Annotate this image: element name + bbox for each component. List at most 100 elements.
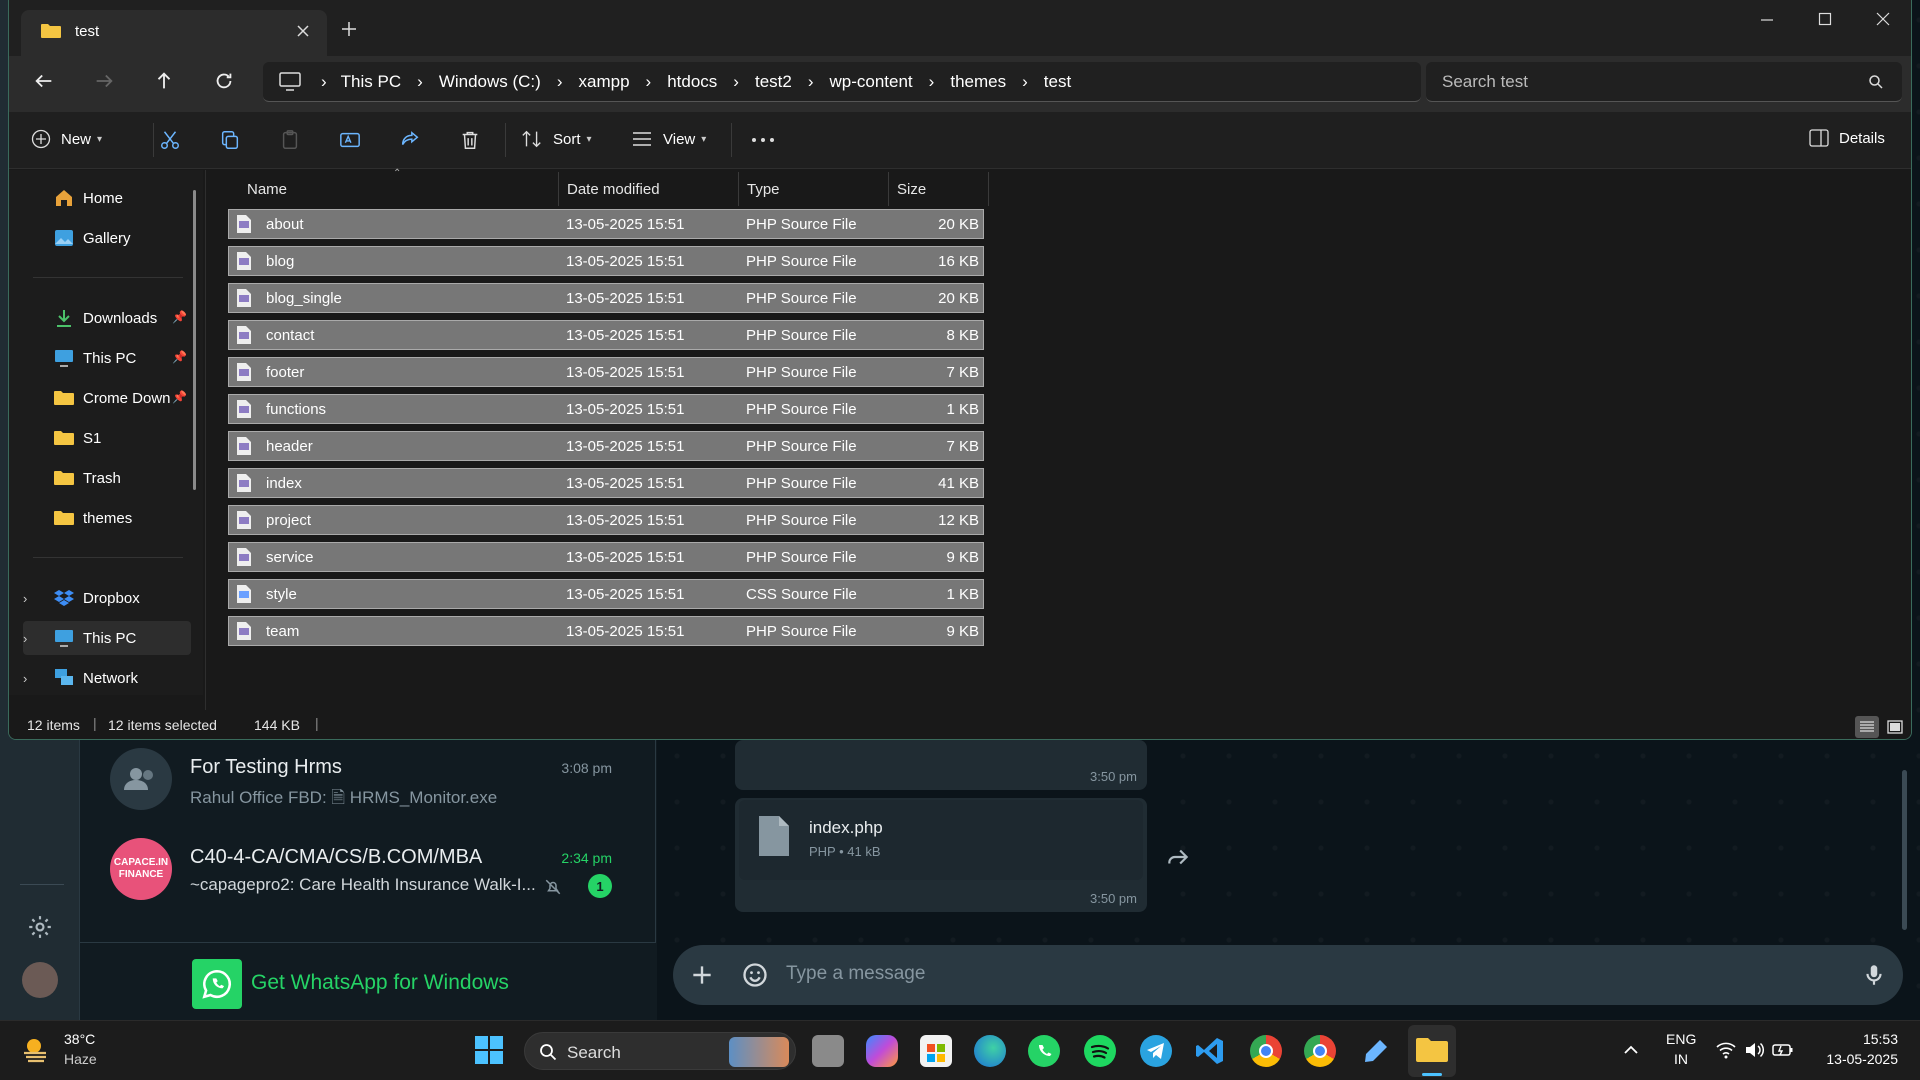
- file-row[interactable]: blog 13-05-2025 15:51 PHP Source File 16 KB: [228, 246, 984, 276]
- attach-plus-icon[interactable]: [689, 962, 715, 988]
- more-options-icon[interactable]: [751, 137, 775, 143]
- clock-time[interactable]: 15:53: [1828, 1031, 1898, 1047]
- breadcrumb-item[interactable]: Windows (C:): [439, 72, 541, 92]
- microsoft-store-icon[interactable]: [920, 1035, 952, 1067]
- back-arrow-icon[interactable]: [33, 70, 55, 92]
- column-header-size[interactable]: Size: [889, 172, 989, 206]
- windows-start-icon[interactable]: [474, 1035, 504, 1065]
- delete-icon[interactable]: [459, 129, 481, 151]
- emoji-icon[interactable]: [741, 961, 769, 989]
- details-button[interactable]: Details: [1809, 129, 1885, 147]
- nav-item-s1[interactable]: S1: [33, 421, 191, 455]
- file-row[interactable]: index 13-05-2025 15:51 PHP Source File 41 K…: [228, 468, 984, 498]
- spotify-icon[interactable]: [1084, 1035, 1116, 1067]
- file-row[interactable]: contact 13-05-2025 15:51 PHP Source File 8 …: [228, 320, 984, 350]
- nav-item-downloads[interactable]: Downloads 📌: [33, 301, 191, 335]
- nav-item-dropbox[interactable]: › Dropbox: [23, 581, 191, 615]
- new-button[interactable]: New ▾: [31, 129, 102, 149]
- pane-splitter[interactable]: [205, 170, 206, 710]
- forward-arrow-icon[interactable]: [93, 70, 115, 92]
- battery-icon[interactable]: [1772, 1041, 1794, 1059]
- new-tab-icon[interactable]: [341, 21, 357, 37]
- copy-icon[interactable]: [219, 129, 241, 151]
- copilot-icon[interactable]: [866, 1035, 898, 1067]
- settings-icon[interactable]: [27, 914, 53, 940]
- file-row[interactable]: header 13-05-2025 15:51 PHP Source File 7 K…: [228, 431, 984, 461]
- breadcrumb-item[interactable]: test2: [755, 72, 792, 92]
- wifi-icon[interactable]: [1716, 1041, 1736, 1059]
- maximize-icon[interactable]: [1817, 11, 1833, 27]
- task-view-icon[interactable]: [812, 1035, 844, 1067]
- chat-scrollbar[interactable]: [1902, 770, 1907, 930]
- sort-button[interactable]: Sort ▾: [521, 129, 592, 149]
- details-view-icon[interactable]: [1855, 716, 1879, 738]
- chrome-profile-icon[interactable]: [1304, 1035, 1336, 1067]
- up-arrow-icon[interactable]: [153, 70, 175, 92]
- tab-test[interactable]: test: [21, 10, 327, 56]
- whatsapp-icon[interactable]: [1028, 1035, 1060, 1067]
- nav-item-home[interactable]: Home: [33, 181, 191, 215]
- nav-item-gallery[interactable]: Gallery: [33, 221, 191, 255]
- breadcrumb-item[interactable]: This PC: [341, 72, 401, 92]
- chat-item[interactable]: CAPACE.IN FINANCE C40-4-CA/CMA/CS/B.COM/…: [100, 838, 620, 928]
- edge-browser-icon[interactable]: [974, 1035, 1006, 1067]
- minimize-icon[interactable]: [1759, 12, 1775, 28]
- close-tab-icon[interactable]: [295, 23, 311, 39]
- file-row[interactable]: functions 13-05-2025 15:51 PHP Source File…: [228, 394, 984, 424]
- chevron-right-icon[interactable]: ›: [23, 671, 39, 686]
- paste-icon[interactable]: [279, 129, 301, 151]
- chevron-right-icon[interactable]: ›: [23, 591, 39, 606]
- weather-haze-icon[interactable]: [20, 1033, 52, 1065]
- pen-app-icon[interactable]: [1360, 1035, 1392, 1067]
- file-message[interactable]: index.php PHP • 41 kB 3:50 pm: [735, 798, 1147, 912]
- tiles-view-icon[interactable]: [1883, 716, 1907, 738]
- file-row[interactable]: about 13-05-2025 15:51 PHP Source File 20 K…: [228, 209, 984, 239]
- nav-item-trash[interactable]: Trash: [33, 461, 191, 495]
- column-header-type[interactable]: Type: [739, 172, 889, 206]
- nav-item-crome-down[interactable]: Crome Down 📌: [33, 381, 191, 415]
- file-row[interactable]: footer 13-05-2025 15:51 PHP Source File 7 K…: [228, 357, 984, 387]
- profile-avatar[interactable]: [22, 962, 58, 998]
- get-app-banner[interactable]: Get WhatsApp for Windows: [80, 942, 656, 1020]
- close-window-icon[interactable]: [1875, 11, 1891, 27]
- volume-icon[interactable]: [1744, 1041, 1764, 1059]
- file-explorer-taskbar-button[interactable]: [1408, 1025, 1456, 1077]
- chevron-right-icon[interactable]: ›: [23, 631, 39, 646]
- file-attachment[interactable]: index.php PHP • 41 kB: [739, 800, 1143, 880]
- cut-icon[interactable]: [159, 129, 181, 151]
- chat-item[interactable]: For Testing Hrms Rahul Office FBD: 🗎 HRM…: [100, 748, 620, 838]
- navigation-scrollbar[interactable]: [193, 190, 196, 490]
- microphone-icon[interactable]: [1861, 961, 1887, 989]
- vscode-icon[interactable]: [1194, 1035, 1226, 1067]
- search-input[interactable]: Search test: [1442, 72, 1528, 92]
- telegram-icon[interactable]: [1140, 1035, 1172, 1067]
- nav-item-network[interactable]: › Network: [23, 661, 191, 695]
- chrome-icon[interactable]: [1250, 1035, 1282, 1067]
- language-indicator[interactable]: ENG: [1666, 1031, 1696, 1047]
- file-row[interactable]: team 13-05-2025 15:51 PHP Source File 9 KB: [228, 616, 984, 646]
- address-bar[interactable]: › This PC › Windows (C:) › xampp › htdoc…: [263, 62, 1421, 102]
- file-row[interactable]: service 13-05-2025 15:51 PHP Source File 9 …: [228, 542, 984, 572]
- taskbar-search[interactable]: Search: [524, 1032, 796, 1070]
- share-icon[interactable]: [399, 129, 421, 151]
- column-header-date[interactable]: Date modified: [559, 172, 739, 206]
- forward-icon[interactable]: [1165, 844, 1191, 870]
- breadcrumb-item[interactable]: test: [1044, 72, 1071, 92]
- nav-item-this-pc[interactable]: This PC 📌: [33, 341, 191, 375]
- file-row[interactable]: project 13-05-2025 15:51 PHP Source File 12…: [228, 505, 984, 535]
- message-input[interactable]: Type a message: [786, 963, 925, 985]
- nav-item-themes[interactable]: themes: [33, 501, 191, 535]
- refresh-icon[interactable]: [213, 70, 235, 92]
- file-row[interactable]: style 13-05-2025 15:51 CSS Source File 1 KB: [228, 579, 984, 609]
- breadcrumb-item[interactable]: xampp: [579, 72, 630, 92]
- rename-icon[interactable]: [339, 129, 361, 151]
- nav-item-this-pc-root[interactable]: › This PC: [23, 621, 191, 655]
- breadcrumb-item[interactable]: wp-content: [830, 72, 913, 92]
- file-row[interactable]: blog_single 13-05-2025 15:51 PHP Source Fi…: [228, 283, 984, 313]
- view-button[interactable]: View ▾: [631, 129, 706, 149]
- chevron-up-icon[interactable]: [1622, 1041, 1640, 1059]
- breadcrumb-item[interactable]: themes: [950, 72, 1006, 92]
- breadcrumb-item[interactable]: htdocs: [667, 72, 717, 92]
- search-box[interactable]: Search test: [1426, 62, 1902, 102]
- search-icon[interactable]: [1868, 74, 1884, 90]
